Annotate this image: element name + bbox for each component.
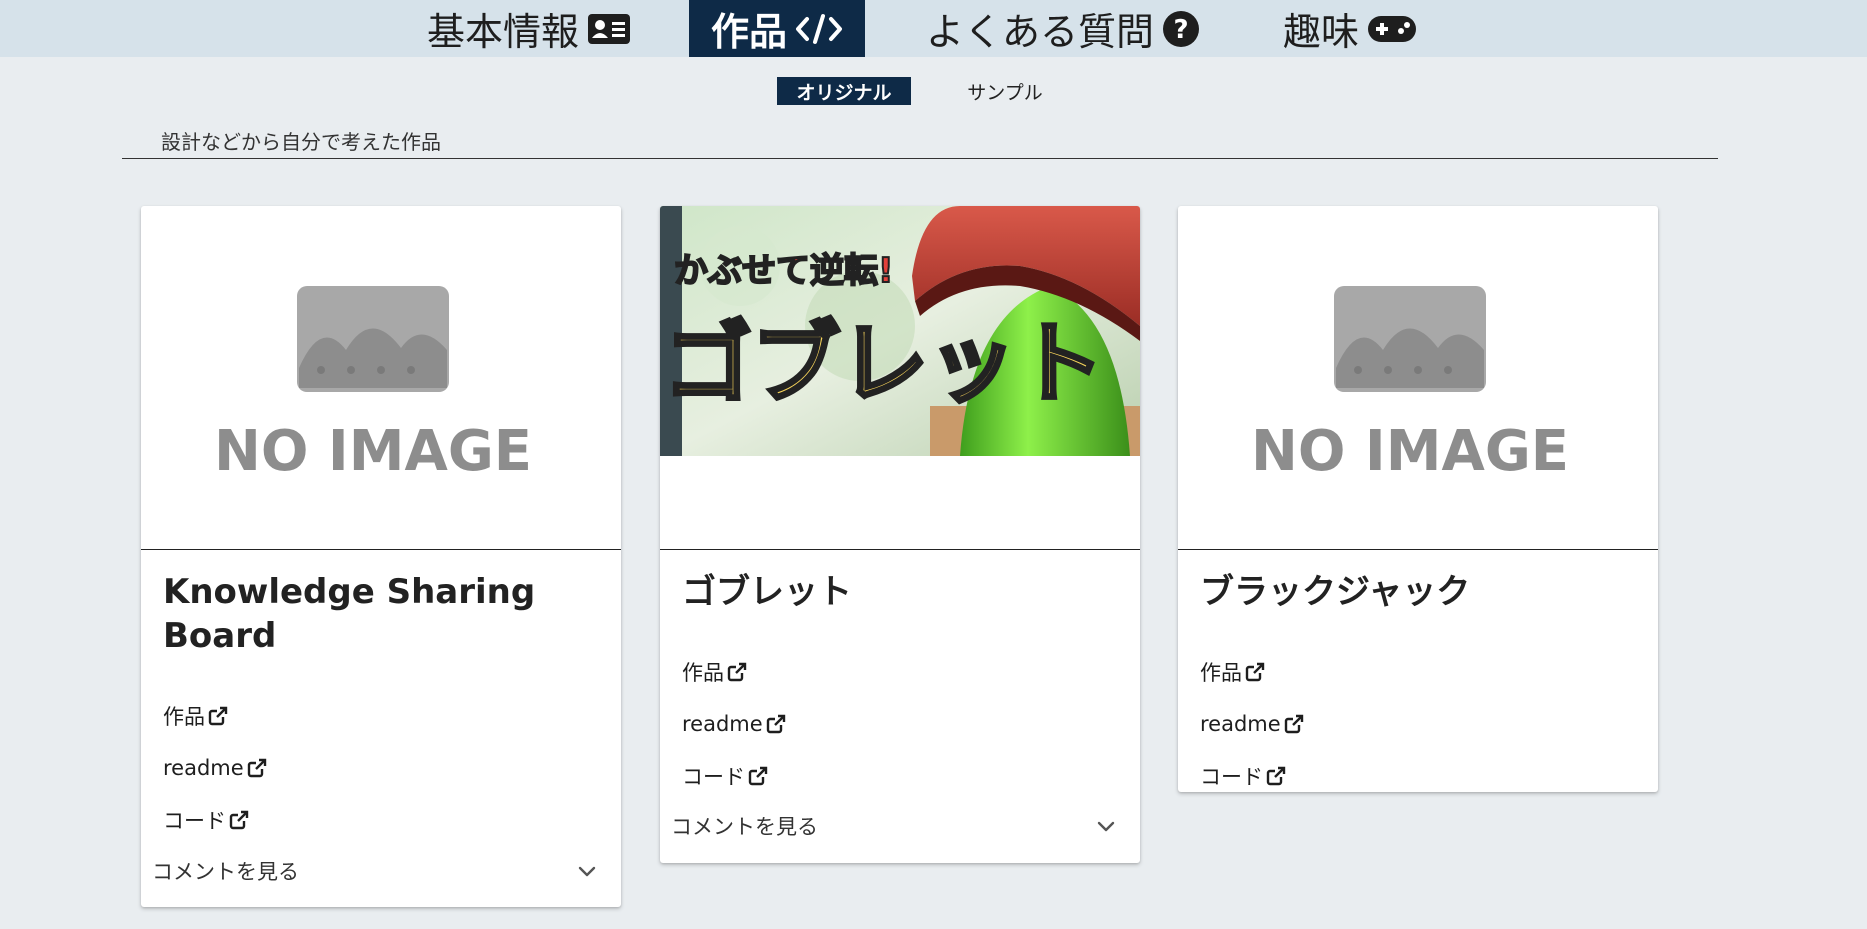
external-link-icon <box>748 766 768 786</box>
card-links: 作品 readme コード <box>1200 646 1640 792</box>
external-link-icon <box>1284 714 1304 734</box>
tab-label: 作品 <box>710 10 787 54</box>
link-code[interactable]: コード <box>1200 750 1640 792</box>
top-nav: 基本情報 作品 よくある質問 ? 趣味 <box>0 0 1867 57</box>
external-link-icon <box>766 714 786 734</box>
card-title: Knowledge Sharing Board <box>163 572 536 656</box>
external-link-icon <box>208 706 228 726</box>
card-title: ゴブレット <box>682 572 852 612</box>
code-icon <box>795 13 843 45</box>
thumbnail-caption-top: かぶせて逆転! <box>674 251 894 291</box>
no-image-text: NO IMAGE <box>1251 419 1569 484</box>
thumbnail-caption-main: ゴブレット <box>664 312 1104 415</box>
link-readme[interactable]: readme <box>163 742 603 794</box>
comments-label: コメントを見る <box>152 860 299 884</box>
section-divider <box>122 158 1718 159</box>
comments-label: コメントを見る <box>671 815 818 839</box>
chevron-down-icon <box>577 859 597 883</box>
no-image-placeholder: NO IMAGE <box>141 206 621 550</box>
tab-basic-info[interactable]: 基本情報 <box>415 0 643 57</box>
section-description: 設計などから自分で考えた作品 <box>161 130 441 154</box>
link-readme[interactable]: readme <box>1200 698 1640 750</box>
external-link-icon <box>727 662 747 682</box>
comments-toggle[interactable]: コメントを見る <box>660 801 1140 851</box>
question-circle-icon: ? <box>1162 10 1200 48</box>
goblet-thumbnail: かぶせて逆転! ゴブレット <box>660 206 1140 456</box>
tab-label: 趣味 <box>1282 10 1359 54</box>
no-image-text: NO IMAGE <box>214 419 532 484</box>
tab-works[interactable]: 作品 <box>689 0 865 57</box>
external-link-icon <box>247 758 267 778</box>
card-title: ブラックジャック <box>1200 572 1471 612</box>
external-link-icon <box>1266 766 1286 786</box>
tab-label: よくある質問 <box>925 10 1154 54</box>
subtab-original[interactable]: オリジナル <box>777 77 911 105</box>
work-card: NO IMAGE ブラックジャック 作品 readme コード <box>1178 206 1658 792</box>
link-code[interactable]: コード <box>682 750 1122 802</box>
comments-toggle[interactable]: コメントを見る <box>141 846 621 896</box>
card-links: 作品 readme コード <box>163 690 603 846</box>
id-card-icon <box>587 13 631 45</box>
external-link-icon <box>229 810 249 830</box>
tab-hobby[interactable]: 趣味 <box>1272 0 1428 57</box>
chevron-down-icon <box>1096 814 1116 838</box>
link-work[interactable]: 作品 <box>682 646 1122 698</box>
link-work[interactable]: 作品 <box>1200 646 1640 698</box>
external-link-icon <box>1245 662 1265 682</box>
link-code[interactable]: コード <box>163 794 603 846</box>
link-work[interactable]: 作品 <box>163 690 603 742</box>
svg-text:?: ? <box>1173 15 1188 45</box>
tab-label: 基本情報 <box>426 10 579 54</box>
subtab-sample[interactable]: サンプル <box>950 77 1060 105</box>
work-card: NO IMAGE Knowledge Sharing Board 作品 read… <box>141 206 621 907</box>
no-image-placeholder: NO IMAGE <box>1178 206 1658 550</box>
link-readme[interactable]: readme <box>682 698 1122 750</box>
gamepad-icon <box>1367 14 1417 44</box>
work-card: かぶせて逆転! ゴブレット ゴブレット 作品 readme コード コメントを見… <box>660 206 1140 863</box>
card-media: かぶせて逆転! ゴブレット <box>660 206 1140 550</box>
card-links: 作品 readme コード <box>682 646 1122 802</box>
tab-faq[interactable]: よくある質問 ? <box>918 0 1208 57</box>
